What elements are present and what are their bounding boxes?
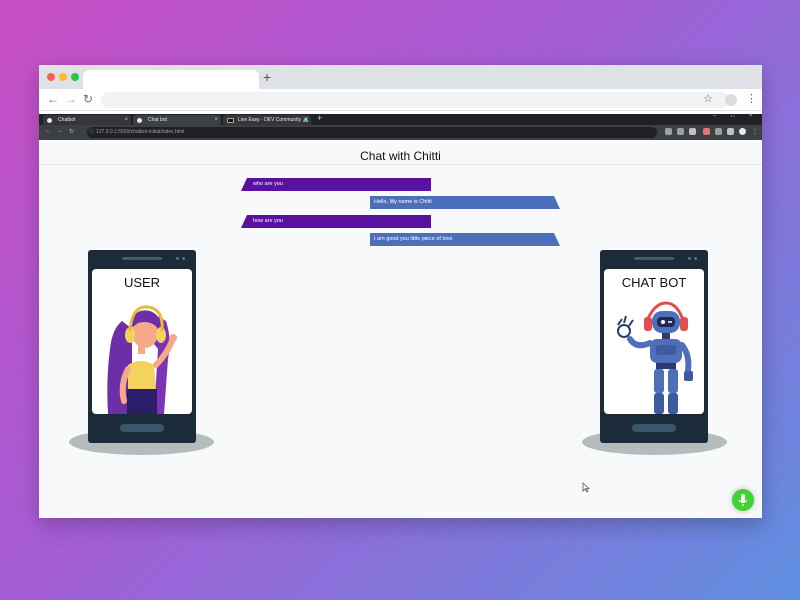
phone-camera <box>182 257 185 260</box>
outer-nav-bar: ← → ↻ ☆ ⋮ <box>39 89 762 111</box>
inner-tab-dev-community[interactable]: Live Easy - DEV Community 👩‍💻 × <box>223 115 311 125</box>
menu-icon[interactable]: ⋮ <box>746 92 757 105</box>
mouse-cursor-icon <box>582 482 590 493</box>
star-icon[interactable] <box>689 128 696 135</box>
extension-icon[interactable] <box>715 128 722 135</box>
chat-page: Chat with Chitti who are you Hello, My n… <box>39 142 762 518</box>
reload-icon[interactable]: ↻ <box>83 92 93 106</box>
message-text: I am good you little piece of love <box>374 236 453 242</box>
inner-menu-icon[interactable]: ⋮ <box>752 128 758 135</box>
home-button <box>632 424 676 432</box>
close-dot-icon[interactable] <box>47 73 55 81</box>
bot-phone-screen: CHAT BOT <box>604 269 704 414</box>
profile-icon[interactable] <box>739 128 746 135</box>
home-button <box>120 424 164 432</box>
inner-tab-chat-bot[interactable]: Chat bot × <box>133 115 221 125</box>
phone-camera <box>688 257 691 260</box>
forward-icon[interactable]: → <box>65 92 77 106</box>
inner-address-bar[interactable]: ⓘ 127.0.0.1:5500/chatbot-initial/index.h… <box>87 127 657 138</box>
tab-close-icon[interactable]: × <box>124 115 128 125</box>
microphone-icon <box>738 494 748 506</box>
inner-forward-icon[interactable]: → <box>57 128 63 134</box>
inner-new-tab-icon[interactable]: + <box>317 113 322 123</box>
maximize-window-icon[interactable]: □ <box>731 113 735 119</box>
message-text: who are you <box>253 181 283 187</box>
new-tab-icon[interactable]: + <box>263 69 271 85</box>
tab-close-icon[interactable]: × <box>214 115 218 125</box>
inner-tab-bar: Chatbot × Chat bot × Live Easy - DEV Com… <box>39 113 762 125</box>
outer-tab-bar: + <box>39 65 762 89</box>
user-message: how are you <box>241 215 431 228</box>
profile-avatar[interactable] <box>725 94 737 106</box>
minimize-dot-icon[interactable] <box>59 73 67 81</box>
message-text: how are you <box>253 218 283 224</box>
inner-reload-icon[interactable]: ↻ <box>69 128 74 135</box>
tab-close-icon[interactable]: × <box>304 115 308 125</box>
extension-icon[interactable] <box>703 128 710 135</box>
microphone-button[interactable] <box>732 489 754 511</box>
dev-favicon-icon <box>227 117 234 123</box>
tab-title: Live Easy - DEV Community 👩‍💻 <box>238 117 309 123</box>
divider <box>39 164 762 165</box>
maximize-dot-icon[interactable] <box>71 73 79 81</box>
close-window-icon[interactable]: × <box>749 113 753 119</box>
inner-nav-bar: ← → ↻ ⓘ 127.0.0.1:5500/chatbot-initial/i… <box>39 125 762 140</box>
bookmark-star-icon[interactable]: ☆ <box>703 92 713 105</box>
user-phone-screen: USER <box>92 269 192 414</box>
phone-speaker <box>122 257 162 260</box>
info-icon[interactable]: ⓘ <box>89 127 94 138</box>
tab-title: Chatbot <box>58 117 76 123</box>
inner-tab-chatbot[interactable]: Chatbot × <box>43 115 131 125</box>
phone-camera <box>176 257 179 260</box>
puzzle-icon[interactable] <box>727 128 734 135</box>
robot-illustration <box>617 301 693 414</box>
bot-message: Hello, My name is Chitti <box>370 196 560 209</box>
user-phone: USER <box>88 250 196 443</box>
bot-phone: CHAT BOT <box>600 250 708 443</box>
outer-address-bar[interactable] <box>101 92 729 108</box>
user-message: who are you <box>241 178 431 191</box>
phone-speaker <box>634 257 674 260</box>
bot-message: I am good you little piece of love <box>370 233 560 246</box>
user-avatar-illustration <box>107 305 177 414</box>
message-text: Hello, My name is Chitti <box>374 199 432 205</box>
tab-favicon-icon <box>137 118 142 123</box>
extension-icon[interactable] <box>665 128 672 135</box>
browser-window: + ← → ↻ ☆ ⋮ Chatbot × Chat bot × Live Ea… <box>39 65 762 518</box>
url-text: 127.0.0.1:5500/chatbot-initial/index.htm… <box>96 129 185 135</box>
phone-camera <box>694 257 697 260</box>
page-title: Chat with Chitti <box>360 149 441 163</box>
back-icon[interactable]: ← <box>47 92 59 106</box>
tab-title: Chat bot <box>148 117 167 123</box>
outer-tab[interactable] <box>83 70 259 89</box>
inner-back-icon[interactable]: ← <box>45 128 51 134</box>
minimize-window-icon[interactable]: – <box>713 113 716 119</box>
tab-favicon-icon <box>47 118 52 123</box>
extension-icon[interactable] <box>677 128 684 135</box>
